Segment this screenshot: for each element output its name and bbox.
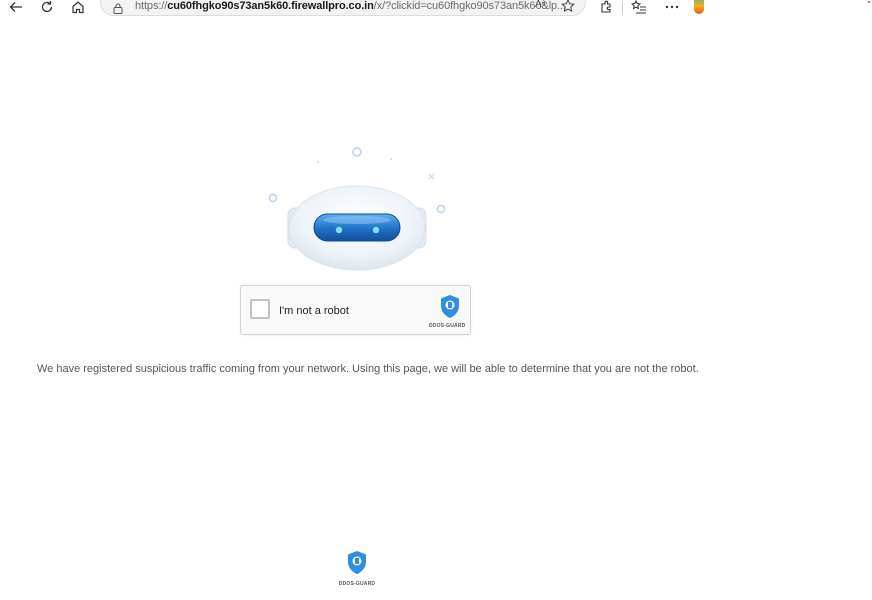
browser-toolbar: https://cu60fhgko90s73an5k60.firewallpro… bbox=[0, 0, 704, 16]
footer-logo: DDOS-GUARD bbox=[338, 550, 376, 587]
url-prefix: https:// bbox=[135, 0, 168, 12]
shield-icon bbox=[348, 551, 366, 574]
more-icon bbox=[665, 5, 679, 9]
extensions-icon bbox=[601, 0, 611, 13]
not-robot-checkbox[interactable] bbox=[250, 299, 270, 319]
favorite-star-icon[interactable] bbox=[561, 0, 575, 17]
notification-dot bbox=[868, 1, 870, 3]
footer-brand: DDOS-GUARD bbox=[338, 581, 376, 587]
url-domain: cu60fhgko90s73an5k60.firewallpro.co.in bbox=[167, 0, 374, 12]
copilot-icon[interactable] bbox=[694, 0, 704, 14]
captcha-widget: I'm not a robot DDOS-GUARD bbox=[240, 285, 471, 335]
warning-message: We have registered suspicious traffic co… bbox=[37, 363, 699, 375]
home-icon bbox=[72, 1, 84, 14]
captcha-brand: DDOS-GUARD bbox=[429, 323, 466, 329]
extensions-button[interactable] bbox=[598, 0, 614, 18]
back-button[interactable] bbox=[8, 0, 24, 18]
home-button[interactable] bbox=[70, 0, 86, 18]
shield-icon bbox=[441, 295, 459, 318]
checkbox-label[interactable]: I'm not a robot bbox=[279, 305, 349, 317]
robot-illustration bbox=[268, 147, 446, 271]
address-bar[interactable]: https://cu60fhgko90s73an5k60.firewallpro… bbox=[100, 0, 586, 16]
back-icon bbox=[9, 2, 22, 12]
lock-icon[interactable] bbox=[113, 1, 123, 19]
refresh-button[interactable] bbox=[39, 0, 55, 18]
favorites-button[interactable] bbox=[631, 0, 647, 18]
more-button[interactable] bbox=[664, 0, 680, 18]
read-aloud-icon[interactable]: Aᵃ bbox=[535, 0, 545, 10]
toolbar-divider bbox=[622, 2, 623, 14]
refresh-icon bbox=[41, 1, 53, 13]
favorites-list-icon bbox=[631, 0, 646, 14]
url-text[interactable]: https://cu60fhgko90s73an5k60.firewallpro… bbox=[135, 0, 566, 12]
